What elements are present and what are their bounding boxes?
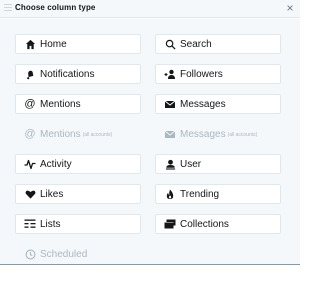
list-icon [24,218,36,230]
column-option-user[interactable]: User [155,154,281,174]
bell-icon [24,68,36,80]
column-option-mentions-all-accounts: @ Mentions (all accounts) [15,124,141,144]
at-icon: @ [24,98,36,110]
search-icon [164,38,176,50]
column-option-collections[interactable]: Collections [155,214,281,234]
follower-add-icon [164,68,176,80]
column-option-sublabel: (all accounts) [82,132,113,138]
column-type-grid: Home Search Notifications Followers @ Me… [0,19,300,264]
home-icon [24,38,36,50]
flame-icon [164,188,176,200]
clock-icon [24,248,36,260]
column-option-trending[interactable]: Trending [155,184,281,204]
column-option-label: Mentions [40,128,81,140]
close-icon[interactable]: × [283,0,297,17]
column-option-activity[interactable]: Activity [15,154,141,174]
column-option-messages[interactable]: Messages [155,94,281,114]
column-option-label: Home [40,38,67,50]
column-option-label: Trending [180,188,220,200]
column-option-label: Activity [40,158,72,170]
column-option-sublabel: (all accounts) [227,132,258,138]
heart-icon [24,188,36,200]
dialog-footer [0,264,300,294]
at-icon: @ [24,128,36,140]
choose-column-dialog: Choose column type × Home Search Notific… [0,0,300,294]
column-option-messages-all-accounts: Messages (all accounts) [155,124,281,144]
column-option-label: Collections [180,218,229,230]
column-option-likes[interactable]: Likes [15,184,141,204]
column-option-followers[interactable]: Followers [155,64,281,84]
activity-icon [24,158,36,170]
column-option-label: Followers [180,68,223,80]
dialog-header: Choose column type × [0,0,300,18]
column-option-label: Mentions [40,98,81,110]
column-option-label: Notifications [40,68,95,80]
dialog-title: Choose column type [15,3,96,12]
user-icon [164,158,176,170]
column-option-label: Messages [180,128,226,140]
column-option-scheduled: Scheduled [15,244,141,264]
drag-handle-icon[interactable] [4,4,12,13]
column-option-label: Search [180,38,212,50]
messages-icon [164,128,176,140]
collection-icon [164,218,176,230]
column-option-label: Scheduled [40,248,88,260]
column-option-lists[interactable]: Lists [15,214,141,234]
messages-icon [164,98,176,110]
column-option-search[interactable]: Search [155,34,281,54]
column-option-notifications[interactable]: Notifications [15,64,141,84]
column-option-label: User [180,158,202,170]
column-option-label: Likes [40,188,64,200]
column-option-label: Lists [40,218,61,230]
column-option-label: Messages [180,98,226,110]
column-option-home[interactable]: Home [15,34,141,54]
column-option-mentions[interactable]: @ Mentions [15,94,141,114]
